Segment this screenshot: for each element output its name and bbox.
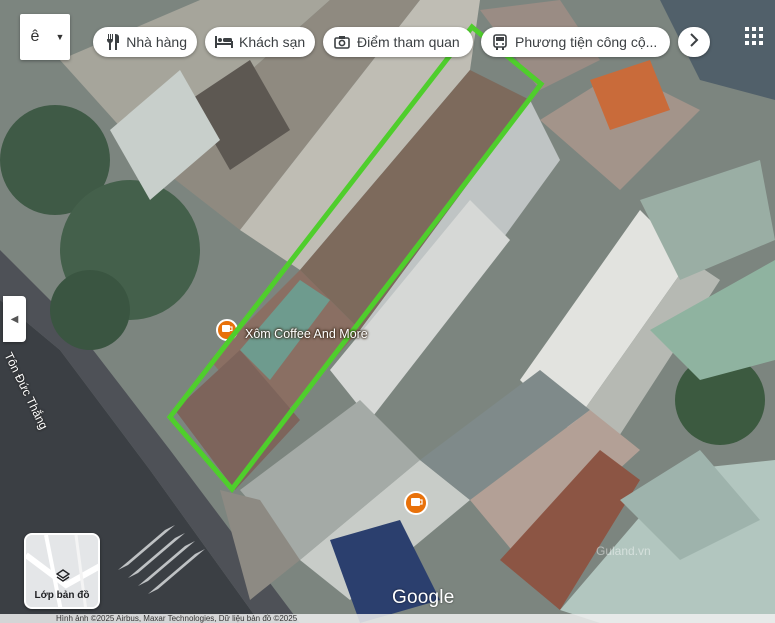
- language-value[interactable]: ê: [20, 28, 50, 46]
- chip-attractions-label: Điểm tham quan: [357, 34, 460, 50]
- attribution-bar: Hình ảnh ©2025 Airbus, Maxar Technologie…: [0, 614, 775, 623]
- chip-transit-label: Phương tiện công cộ...: [515, 34, 658, 50]
- collapse-panel-button[interactable]: ◀: [3, 296, 26, 342]
- layers-label: Lớp bản đồ: [34, 590, 90, 601]
- google-logo: Google: [392, 587, 455, 608]
- chip-restaurants-label: Nhà hàng: [126, 34, 187, 50]
- chip-hotels[interactable]: Khách sạn: [205, 27, 315, 57]
- restaurant-icon: [103, 33, 120, 51]
- map-layers-button[interactable]: Lớp bản đồ: [24, 533, 100, 609]
- chip-hotels-label: Khách sạn: [239, 34, 306, 50]
- attribution-text: Hình ảnh ©2025 Airbus, Maxar Technologie…: [56, 614, 298, 623]
- apps-grid-icon[interactable]: [744, 26, 764, 46]
- watermark-text: Guland.vn: [596, 544, 651, 558]
- layers-icon: [55, 569, 71, 588]
- satellite-imagery: [0, 0, 775, 623]
- camera-icon: [333, 33, 351, 51]
- chip-transit[interactable]: Phương tiện công cộ...: [481, 27, 670, 57]
- chip-attractions[interactable]: Điểm tham quan: [323, 27, 473, 57]
- hotel-icon: [215, 33, 233, 51]
- chevron-down-icon[interactable]: ▼: [50, 32, 70, 42]
- chips-next-button[interactable]: [678, 27, 710, 57]
- cafe-marker-2[interactable]: [404, 491, 428, 515]
- chip-restaurants[interactable]: Nhà hàng: [93, 27, 197, 57]
- satellite-map[interactable]: [0, 0, 775, 623]
- transit-icon: [491, 33, 509, 51]
- search-language-box[interactable]: ê ▼: [20, 14, 70, 60]
- chevron-right-icon: [689, 32, 699, 52]
- poi-label-xom-coffee[interactable]: Xôm Coffee And More: [245, 327, 368, 341]
- chevron-left-icon: ◀: [10, 313, 19, 325]
